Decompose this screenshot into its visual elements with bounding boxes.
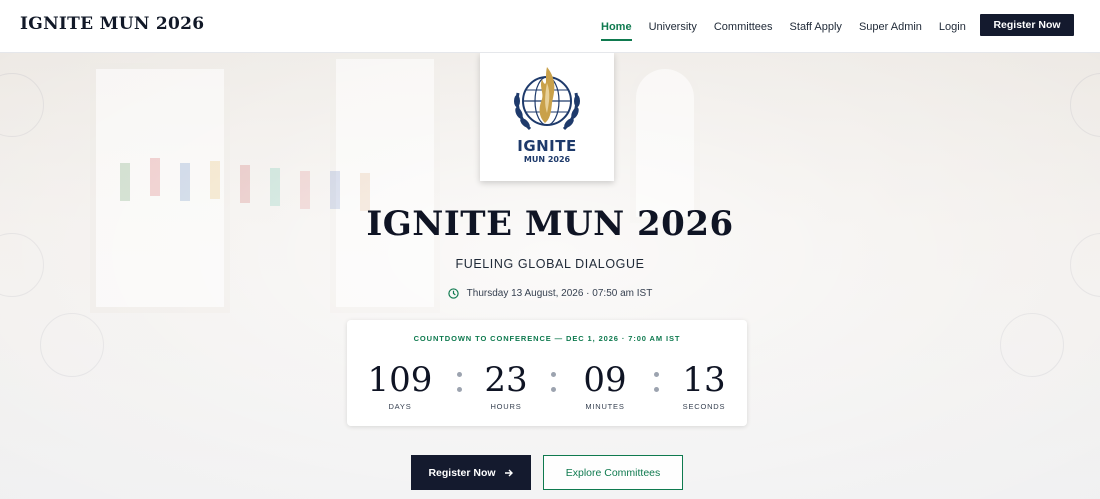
- countdown-separator: [653, 372, 659, 396]
- un-emblem-flame-icon: [514, 67, 580, 131]
- countdown-hours-value: 23: [484, 360, 528, 400]
- countdown-minutes: 09 MINUTES: [565, 360, 645, 411]
- nav-committees[interactable]: Committees: [714, 17, 773, 37]
- countdown-seconds-value: 13: [682, 360, 726, 400]
- clock-icon: [447, 288, 459, 299]
- main-nav: Home University Committees Staff Apply S…: [601, 0, 983, 53]
- logo-text-ignite: IGNITE: [517, 137, 577, 155]
- nav-login[interactable]: Login: [939, 17, 966, 37]
- datetime-text: Thursday 13 August, 2026 · 07:50 am IST: [466, 288, 653, 299]
- register-now-header-button[interactable]: Register Now: [980, 14, 1074, 36]
- countdown-seconds: 13 SECONDS: [664, 360, 744, 411]
- countdown-label: COUNTDOWN TO CONFERENCE — DEC 1, 2026 · …: [413, 334, 681, 343]
- register-now-label: Register Now: [428, 466, 496, 479]
- nav-super-admin[interactable]: Super Admin: [859, 17, 922, 37]
- countdown-card: COUNTDOWN TO CONFERENCE — DEC 1, 2026 · …: [347, 320, 747, 426]
- conference-logo-card: IGNITE MUN 2026: [480, 53, 614, 181]
- countdown-minutes-caption: MINUTES: [585, 402, 625, 411]
- nav-university[interactable]: University: [649, 17, 697, 37]
- countdown-minutes-value: 09: [583, 360, 627, 400]
- countdown-days-caption: DAYS: [388, 402, 412, 411]
- register-now-button[interactable]: Register Now: [411, 455, 531, 490]
- nav-staff-apply[interactable]: Staff Apply: [790, 17, 842, 37]
- brand-title[interactable]: IGNITE MUN 2026: [20, 14, 204, 34]
- countdown-days-value: 109: [367, 360, 433, 400]
- countdown-seconds-caption: SECONDS: [682, 402, 726, 411]
- countdown-hours-caption: HOURS: [490, 402, 522, 411]
- hero-title: IGNITE MUN 2026: [366, 204, 734, 244]
- logo-text-mun-2026: MUN 2026: [523, 155, 571, 164]
- explore-committees-button[interactable]: Explore Committees: [543, 455, 683, 490]
- current-datetime: Thursday 13 August, 2026 · 07:50 am IST: [0, 288, 1100, 299]
- countdown-hours: 23 HOURS: [466, 360, 546, 411]
- nav-home[interactable]: Home: [601, 17, 632, 41]
- hero-subtitle: FUELING GLOBAL DIALOGUE: [455, 257, 645, 271]
- top-navbar: IGNITE MUN 2026 Home University Committe…: [0, 0, 1100, 53]
- countdown-separator: [550, 372, 556, 396]
- countdown-days: 109 DAYS: [360, 360, 440, 411]
- arrow-right-icon: [504, 469, 513, 476]
- countdown-separator: [456, 372, 462, 396]
